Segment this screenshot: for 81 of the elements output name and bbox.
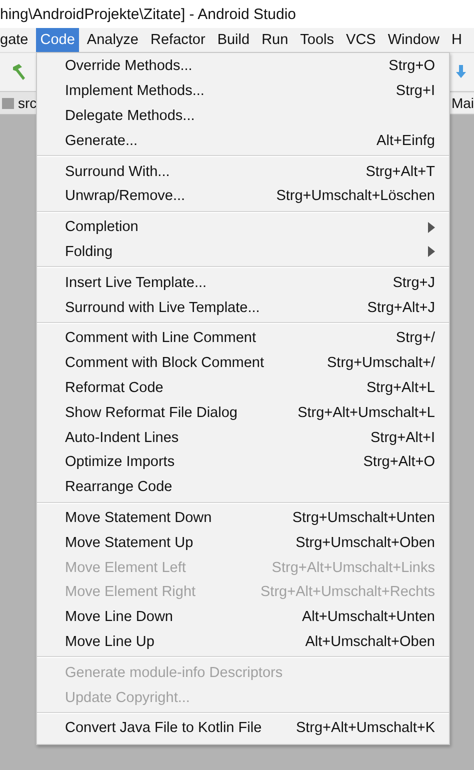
menu-item-label: Rearrange Code (65, 479, 172, 496)
menu-item-label: Auto-Indent Lines (65, 430, 179, 446)
menu-bar-item[interactable]: Window (384, 28, 444, 52)
submenu-arrow-icon (428, 246, 435, 258)
shortcut-label: Strg+Alt+T (366, 164, 435, 180)
menu-item-label: Move Line Up (65, 634, 154, 650)
shortcut-label: Strg+Alt+Umschalt+Links (272, 560, 435, 576)
shortcut-label: Alt+Umschalt+Unten (302, 609, 435, 626)
menu-bar-item[interactable]: Tools (296, 28, 338, 52)
menu-item[interactable]: Override Methods... Strg+O (37, 54, 449, 79)
submenu-arrow-icon (428, 222, 435, 233)
shortcut-label: Strg+Umschalt+Oben (296, 534, 435, 551)
menu-item-label: Override Methods... (65, 58, 192, 74)
menu-item-label: Completion (65, 219, 138, 236)
menu-item[interactable]: Generate... Alt+Einfg (37, 128, 449, 154)
menu-bar-item[interactable]: H (447, 28, 466, 52)
menu-item-label: Move Element Left (65, 560, 186, 576)
shortcut-label: Strg+Umschalt+Löschen (276, 188, 435, 204)
menu-item-label: Move Statement Down (65, 510, 212, 526)
menu-item-label: Move Line Down (65, 609, 173, 626)
shortcut-label: Strg+Umschalt+/ (327, 355, 435, 372)
shortcut-label: Strg+Alt+L (366, 380, 435, 396)
menu-bar-item[interactable]: Analyze (82, 28, 142, 52)
shortcut-label: Strg+Alt+J (367, 300, 435, 316)
shortcut-label: Alt+Umschalt+Oben (305, 634, 435, 650)
menu-item[interactable]: Unwrap/Remove... Strg+Umschalt+Löschen (37, 184, 449, 209)
menu-bar-item[interactable]: VCS (342, 28, 380, 52)
menu-item[interactable]: Optimize Imports Strg+Alt+O (37, 450, 449, 475)
menu-item-label: Unwrap/Remove... (65, 188, 186, 204)
menu-item-label: Implement Methods... (65, 83, 204, 100)
menu-item-label: Folding (65, 244, 113, 260)
shortcut-label: Strg+Alt+Umschalt+Rechts (260, 584, 435, 600)
menu-item-label: Surround With... (65, 164, 170, 180)
menu-item-label: Surround with Live Template... (65, 300, 260, 316)
menu-item[interactable]: Move Line Up Alt+Umschalt+Oben (37, 630, 449, 654)
menu-item-label: Delegate Methods... (65, 108, 195, 124)
menu-item-label: Move Element Right (65, 584, 196, 600)
shortcut-label: Strg+J (392, 274, 435, 291)
menu-item[interactable]: Convert Java File to Kotlin File Strg+Alt+Umschalt+K (37, 716, 449, 741)
menu-item-label: Reformat Code (65, 380, 164, 396)
menu-item[interactable]: Comment with Line Comment Strg+/ (37, 326, 449, 351)
menu-item-label: Generate... (65, 132, 138, 149)
menu-bar-item[interactable]: Code (36, 28, 79, 52)
menu-item-label: Show Reformat File Dialog (65, 404, 238, 421)
shortcut-label: Strg+O (388, 58, 435, 74)
menu-item[interactable]: Insert Live Template... Strg+J (37, 270, 449, 296)
window-title: hing\AndroidProjekte\Zitate] - Android Studio (0, 6, 296, 22)
shortcut-label: Strg+Alt+O (363, 454, 435, 470)
menu-item-label: Convert Java File to Kotlin File (65, 720, 262, 736)
menu-item[interactable]: Rearrange Code (37, 474, 449, 500)
shortcut-label: Strg+/ (396, 330, 435, 346)
menu-item[interactable]: Reformat Code Strg+Alt+L (37, 376, 449, 400)
menu-item-label: Generate module-info Descriptors (65, 664, 283, 681)
menu-item[interactable]: Comment with Block Comment Strg+Umschalt+/ (37, 350, 449, 376)
menu-item[interactable]: Folding (37, 240, 449, 264)
shortcut-label: Alt+Einfg (376, 132, 435, 149)
menu-item[interactable]: Show Reformat File Dialog Strg+Alt+Umschalt+L (37, 400, 449, 426)
menu-bar-item[interactable]: Run (258, 28, 292, 52)
menu-item-label: Comment with Line Comment (65, 330, 256, 346)
menu-item-label: Update Copyright... (65, 690, 190, 706)
menu-item[interactable]: Auto-Indent Lines Strg+Alt+I (37, 425, 449, 450)
menu-bar-item[interactable]: Refactor (146, 28, 210, 52)
shortcut-label: Strg+Umschalt+Unten (292, 510, 435, 526)
menu-item[interactable]: Move Statement Down Strg+Umschalt+Unten (37, 506, 449, 530)
shortcut-label: Strg+Alt+I (370, 430, 435, 446)
menu-item-label: Comment with Block Comment (65, 355, 264, 372)
menu-item[interactable]: Surround with Live Template... Strg+Alt+J (37, 295, 449, 320)
breadcrumb-item[interactable]: src (2, 95, 37, 111)
down-arrow-icon[interactable] (456, 65, 466, 79)
menu-bar-item[interactable]: gate (0, 28, 32, 52)
menu-item[interactable]: Move Line Down Alt+Umschalt+Unten (37, 604, 449, 630)
menu-item-label: Move Statement Up (65, 534, 194, 551)
shortcut-label: Strg+Alt+Umschalt+K (296, 720, 435, 736)
menu-bar-item[interactable]: Build (213, 28, 254, 52)
menu-item[interactable]: Surround With... Strg+Alt+T (37, 159, 449, 184)
menu-item-label: Insert Live Template... (65, 274, 207, 291)
menu-item[interactable]: Move Statement Up Strg+Umschalt+Oben (37, 530, 449, 556)
menu-item-label: Optimize Imports (65, 454, 175, 470)
shortcut-label: Strg+I (396, 83, 435, 100)
shortcut-label: Strg+Alt+Umschalt+L (298, 404, 435, 421)
menu-item[interactable]: Completion (37, 214, 449, 240)
